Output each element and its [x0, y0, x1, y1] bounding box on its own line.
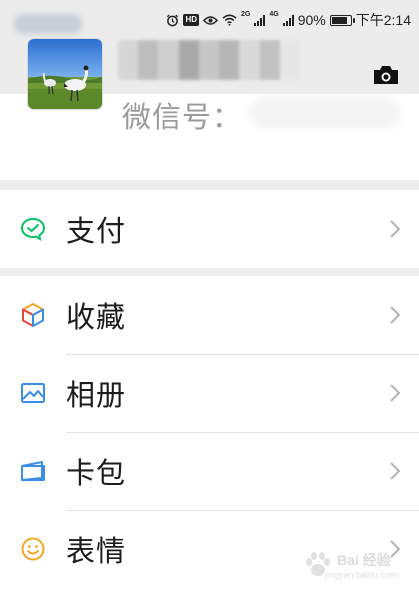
alarm-icon	[166, 14, 179, 27]
network-type-1: 2G	[241, 11, 251, 18]
baidu-watermark: Bai 经验 jingyan.baidu.com	[303, 550, 415, 584]
menu-item-cards-label: 卡包	[66, 456, 127, 490]
wifi-icon	[222, 14, 237, 26]
menu-item-cards[interactable]: 卡包	[0, 432, 419, 510]
camera-icon[interactable]	[372, 64, 400, 86]
menu-item-stickers-label: 表情	[66, 534, 127, 568]
menu-item-album[interactable]: 相册	[0, 354, 419, 432]
image-icon	[20, 380, 46, 406]
status-blurred-area	[14, 14, 82, 34]
profile-header[interactable]: 微信号：	[0, 38, 419, 180]
cube-icon	[20, 302, 46, 328]
wechat-id-blurred	[250, 98, 400, 128]
signal-bars-1-icon	[254, 14, 266, 26]
battery-icon	[329, 14, 355, 26]
avatar[interactable]	[27, 38, 103, 110]
watermark-text: Bai 经验	[337, 552, 391, 568]
menu-item-favorites[interactable]: 收藏	[0, 276, 419, 354]
eye-icon	[203, 15, 219, 26]
wechat-pay-icon	[20, 216, 46, 242]
hd-icon: HD	[183, 14, 200, 26]
menu-item-pay-label: 支付	[66, 214, 127, 248]
nickname-blurred	[118, 40, 300, 80]
menu-group-main: 收藏 相册 卡包 表情 Bai 经验 jingyan.baidu.com	[0, 276, 419, 594]
menu-item-pay[interactable]: 支付	[0, 190, 419, 268]
signal-bars-2-icon	[282, 14, 294, 26]
wechat-id-label: 微信号：	[122, 100, 243, 134]
chevron-right-icon	[389, 305, 401, 325]
clock: 下午2:14	[355, 12, 411, 28]
battery-percent: 90%	[297, 12, 326, 28]
smiley-icon	[20, 536, 46, 562]
status-indicators: HD 2G 4G 90% 下午2:14	[166, 10, 411, 30]
menu-item-album-label: 相册	[66, 378, 127, 412]
chevron-right-icon	[389, 461, 401, 481]
menu-item-favorites-label: 收藏	[66, 300, 127, 334]
chevron-right-icon	[389, 383, 401, 403]
wallet-icon	[20, 458, 46, 484]
battery-fill	[331, 16, 347, 24]
chevron-right-icon	[389, 219, 401, 239]
status-bar: HD 2G 4G 90% 下午2:14	[0, 0, 419, 38]
watermark-url: jingyan.baidu.com	[325, 570, 398, 580]
network-type-2: 4G	[269, 11, 279, 18]
menu-group-pay: 支付	[0, 190, 419, 268]
